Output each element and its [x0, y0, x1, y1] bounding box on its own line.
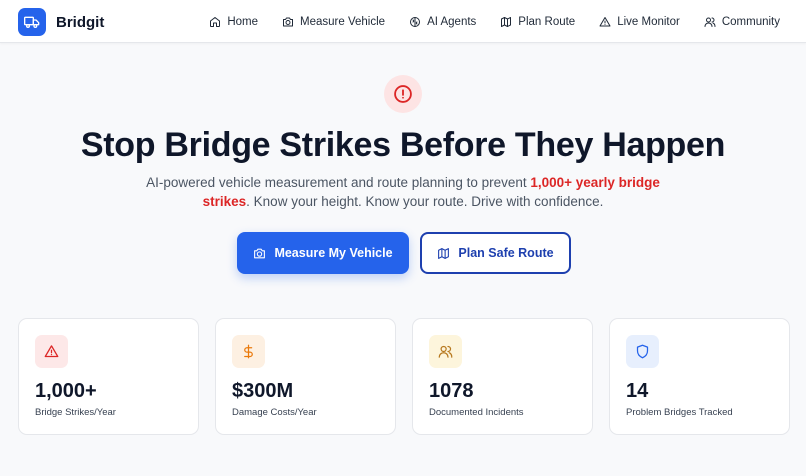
map-icon — [438, 247, 450, 259]
stat-label: Problem Bridges Tracked — [626, 407, 733, 418]
alert-circle-icon — [384, 75, 422, 113]
button-label: Measure My Vehicle — [274, 246, 393, 260]
brand-logo[interactable]: Bridgit — [18, 8, 104, 36]
hero-subtitle-text-end: . Know your height. Know your route. Dri… — [246, 194, 604, 209]
nav-item-ai-agents[interactable]: AI Agents — [409, 16, 476, 28]
nav-label: Live Monitor — [617, 15, 680, 28]
stat-value: 1,000+ — [35, 380, 97, 402]
stat-card-problem-bridges: 14 Problem Bridges Tracked — [609, 318, 790, 435]
measure-my-vehicle-button[interactable]: Measure My Vehicle — [237, 232, 409, 274]
users-icon — [429, 335, 462, 368]
stat-value: 1078 — [429, 380, 474, 402]
nav-item-plan-route[interactable]: Plan Route — [500, 16, 575, 28]
nav-label: Community — [721, 15, 780, 28]
users-icon — [704, 17, 716, 27]
nav-label: AI Agents — [427, 15, 477, 28]
stat-card-bridge-strikes: 1,000+ Bridge Strikes/Year — [18, 318, 199, 435]
nav-item-community[interactable]: Community — [704, 16, 780, 28]
hero-subtitle: AI-powered vehicle measurement and route… — [138, 173, 668, 211]
camera-icon — [283, 17, 294, 26]
nav-item-live-monitor[interactable]: Live Monitor — [599, 16, 680, 28]
nav-label: Measure Vehicle — [300, 15, 386, 28]
truck-icon — [18, 8, 46, 36]
alert-triangle-icon — [599, 16, 611, 26]
stat-value: $300M — [232, 380, 294, 402]
main-nav: Home Measure Vehicle AI Agents Plan Rout… — [209, 0, 780, 43]
stat-card-documented-incidents: 1078 Documented Incidents — [412, 318, 593, 435]
alert-triangle-icon — [35, 335, 68, 368]
brand-name: Bridgit — [56, 13, 105, 31]
nav-label: Home — [227, 15, 259, 28]
top-navbar: Bridgit Home Measure Vehicle AI Agents P… — [0, 0, 806, 43]
nav-label: Plan Route — [518, 15, 576, 28]
stat-card-damage-costs: $300M Damage Costs/Year — [215, 318, 396, 435]
hero-subtitle-text: AI-powered vehicle measurement and route… — [146, 175, 531, 190]
brain-icon — [410, 16, 421, 27]
button-label: Plan Safe Route — [458, 246, 554, 260]
plan-safe-route-button[interactable]: Plan Safe Route — [420, 232, 571, 274]
dollar-icon — [232, 335, 265, 368]
map-icon — [501, 16, 512, 27]
shield-icon — [626, 335, 659, 368]
home-icon — [210, 16, 221, 27]
stat-label: Documented Incidents — [429, 407, 524, 418]
stat-label: Bridge Strikes/Year — [35, 407, 116, 418]
hero-title: Stop Bridge Strikes Before They Happen — [80, 126, 726, 164]
nav-item-measure-vehicle[interactable]: Measure Vehicle — [282, 16, 385, 28]
stat-label: Damage Costs/Year — [232, 407, 317, 418]
stat-value: 14 — [626, 380, 649, 402]
camera-icon — [254, 248, 266, 258]
nav-item-home[interactable]: Home — [209, 16, 258, 28]
